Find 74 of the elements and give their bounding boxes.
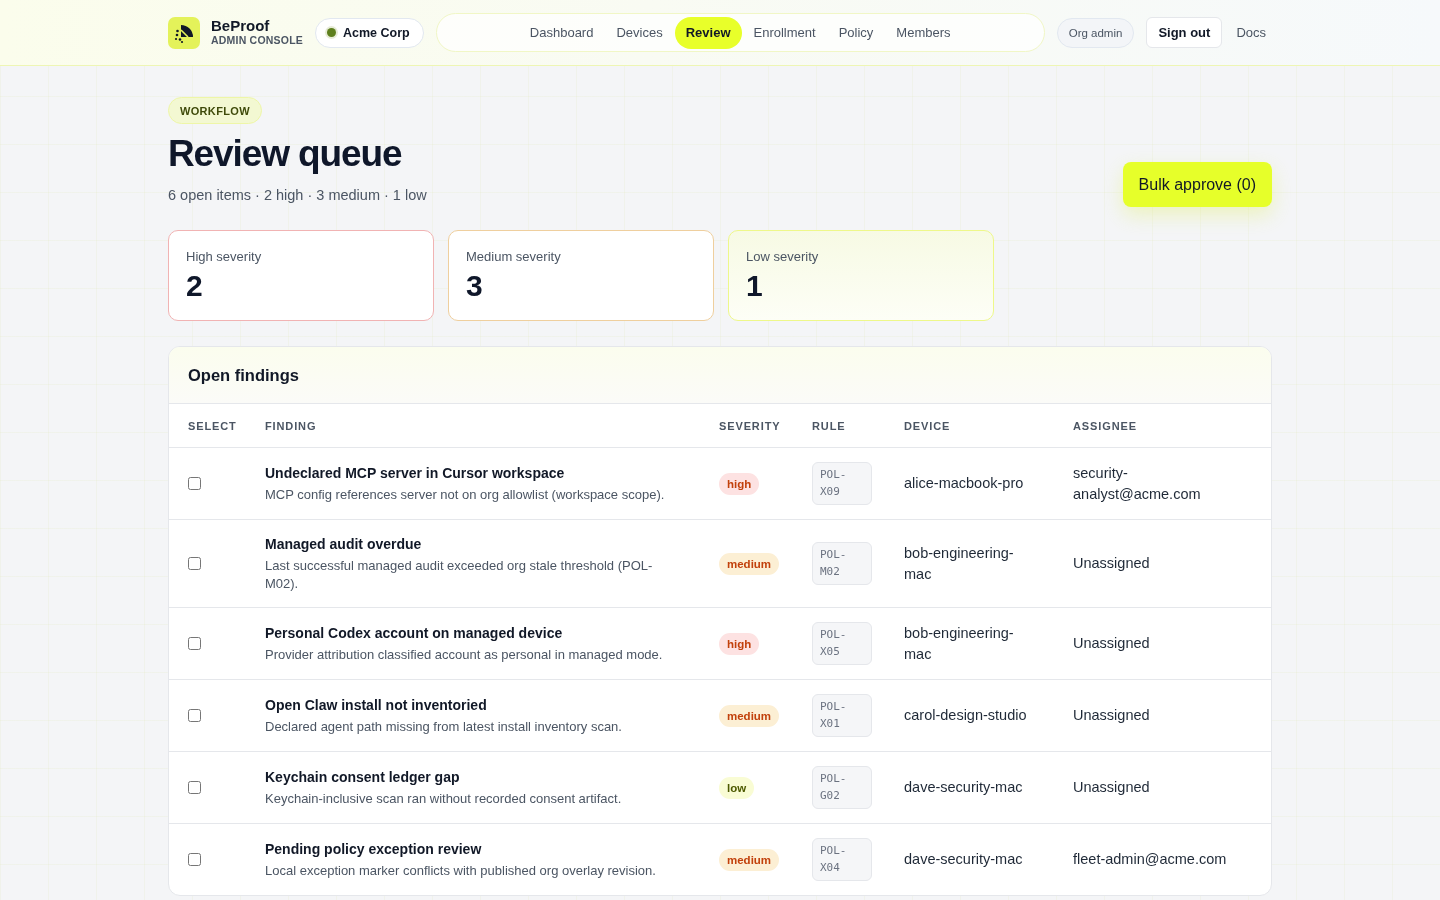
column-header: SEVERITY bbox=[719, 419, 781, 432]
row-checkbox[interactable] bbox=[188, 557, 201, 570]
column-header: FINDING bbox=[265, 419, 317, 432]
severity-badge: medium bbox=[719, 552, 780, 575]
device-name: dave-security-mac bbox=[904, 850, 1023, 869]
row-checkbox[interactable] bbox=[188, 781, 201, 794]
device-name: dave-security-mac bbox=[904, 778, 1023, 797]
nav-tab[interactable]: Review bbox=[674, 16, 742, 49]
severity-badge: low bbox=[719, 776, 755, 799]
stat-label: Medium severity bbox=[466, 249, 562, 264]
severity-badge: high bbox=[719, 472, 760, 495]
row-checkbox[interactable] bbox=[188, 853, 201, 866]
finding-description: Local exception marker conflicts with published org overlay revision. bbox=[265, 862, 656, 880]
device-name: bob-engineering-mac bbox=[904, 623, 1015, 664]
sign-out-button[interactable]: Sign out bbox=[1146, 17, 1223, 48]
stat-value: 3 bbox=[466, 269, 484, 303]
finding-description: Keychain-inclusive scan ran without recorded consent artifact. bbox=[265, 790, 622, 808]
device-name: alice-macbook-pro bbox=[904, 474, 1024, 493]
rule-code: POL-M02 bbox=[812, 542, 872, 585]
stat-value: 2 bbox=[186, 269, 204, 303]
role-label: Org admin bbox=[1056, 17, 1135, 48]
assignee-name: Unassigned bbox=[1073, 778, 1150, 797]
row-checkbox[interactable] bbox=[188, 477, 201, 490]
docs-link[interactable]: Docs bbox=[1234, 25, 1272, 40]
column-header: SELECT bbox=[188, 419, 237, 432]
column-header: ASSIGNEE bbox=[1073, 419, 1137, 432]
stat-value: 1 bbox=[746, 269, 764, 303]
assignee-name: security-analyst@acme.com bbox=[1073, 463, 1202, 504]
nav-tab[interactable]: Policy bbox=[827, 16, 885, 49]
finding-title: Undeclared MCP server in Cursor workspace bbox=[265, 464, 565, 483]
column-header: RULE bbox=[812, 419, 846, 432]
finding-description: MCP config references server not on org allowlist (workspace scope). bbox=[265, 486, 665, 504]
finding-description: Declared agent path missing from latest install inventory scan. bbox=[265, 718, 622, 736]
finding-title: Keychain consent ledger gap bbox=[265, 768, 460, 787]
rule-code: POL-X04 bbox=[812, 838, 872, 881]
stat-label: Low severity bbox=[746, 249, 820, 264]
finding-title: Pending policy exception review bbox=[265, 840, 482, 859]
org-switcher[interactable]: Acme Corp bbox=[315, 17, 424, 48]
nav-tab[interactable]: Devices bbox=[605, 16, 674, 49]
rule-code: POL-X05 bbox=[812, 622, 872, 665]
column-header: DEVICE bbox=[904, 419, 951, 432]
severity-badge: high bbox=[719, 632, 760, 655]
finding-title: Managed audit overdue bbox=[265, 535, 422, 554]
nav-tab[interactable]: Dashboard bbox=[518, 16, 605, 49]
finding-title: Personal Codex account on managed device bbox=[265, 624, 563, 643]
brand-subtitle: ADMIN CONSOLE bbox=[211, 35, 303, 47]
assignee-name: fleet-admin@acme.com bbox=[1073, 850, 1227, 869]
stat-label: High severity bbox=[186, 249, 263, 264]
page-summary: 6 open items · 2 high · 3 medium · 1 low bbox=[168, 186, 427, 205]
assignee-name: Unassigned bbox=[1073, 634, 1150, 653]
finding-description: Provider attribution classified account as personal in managed mode. bbox=[265, 646, 663, 664]
row-checkbox[interactable] bbox=[188, 709, 201, 722]
nav-tab[interactable]: Enrollment bbox=[742, 16, 827, 49]
assignee-name: Unassigned bbox=[1073, 554, 1150, 573]
logo-icon bbox=[168, 16, 200, 49]
org-name: Acme Corp bbox=[343, 25, 410, 40]
bulk-approve-button[interactable]: Bulk approve (0) bbox=[1122, 162, 1272, 207]
severity-badge: medium bbox=[719, 704, 780, 727]
brand-name: BeProof bbox=[211, 17, 271, 35]
device-name: carol-design-studio bbox=[904, 706, 1027, 725]
section-tag: WORKFLOW bbox=[168, 97, 262, 124]
panel-title: Open findings bbox=[188, 365, 299, 385]
severity-badge: medium bbox=[719, 848, 780, 871]
assignee-name: Unassigned bbox=[1073, 706, 1150, 725]
row-checkbox[interactable] bbox=[188, 637, 201, 650]
finding-title: Open Claw install not inventoried bbox=[265, 696, 487, 715]
device-name: bob-engineering-mac bbox=[904, 543, 1015, 584]
nav-tab[interactable]: Members bbox=[885, 16, 962, 49]
page-title: Review queue bbox=[168, 132, 402, 176]
finding-description: Last successful managed audit exceeded org stale threshold (POL-M02). bbox=[265, 557, 654, 593]
status-dot-icon bbox=[327, 28, 336, 37]
rule-code: POL-X01 bbox=[812, 694, 872, 737]
rule-code: POL-X09 bbox=[812, 462, 872, 505]
rule-code: POL-G02 bbox=[812, 766, 872, 809]
